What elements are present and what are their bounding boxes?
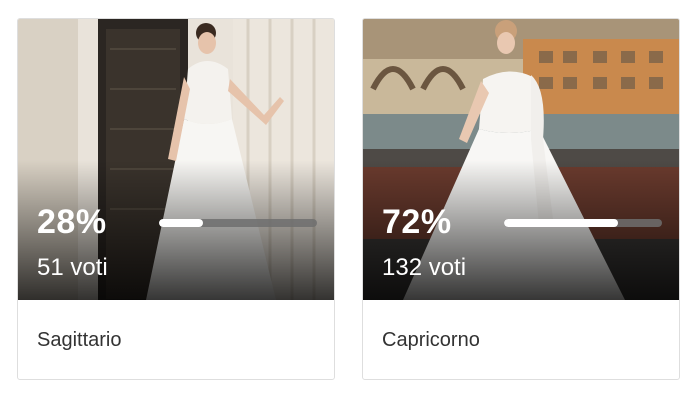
vote-progress-bar [159, 219, 317, 227]
option-label: Sagittario [37, 329, 122, 351]
vote-count: 51 voti [37, 254, 108, 281]
vote-count: 132 voti [382, 254, 467, 281]
vote-progress-fill [159, 219, 204, 227]
vote-progress-fill [504, 219, 618, 227]
vote-percentage: 28% [37, 203, 107, 241]
poll-option-card-capricorno[interactable]: 72% 132 voti Capricorno [362, 18, 680, 380]
option-label: Capricorno [382, 329, 480, 351]
poll-option-card-sagittario[interactable]: 28% 51 voti Sagittario [17, 18, 335, 380]
vote-percentage: 72% [382, 203, 452, 241]
vote-progress-bar [504, 219, 662, 227]
